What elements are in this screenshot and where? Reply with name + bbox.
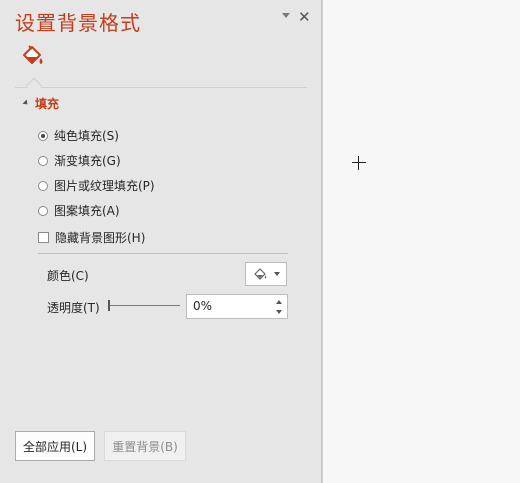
apply-to-all-button[interactable]: 全部应用(L): [15, 431, 95, 461]
spin-up-icon[interactable]: [276, 300, 282, 304]
tab-fill[interactable]: [20, 44, 46, 70]
chevron-down-icon: [273, 272, 280, 276]
color-picker-button[interactable]: [245, 262, 287, 286]
radio-button-selected-icon: [38, 130, 48, 141]
radio-gradient-fill-label: 渐变填充(G): [54, 154, 121, 168]
fill-section-label: 填充: [35, 97, 60, 111]
radio-button-icon: [38, 180, 48, 191]
crosshair-cursor-icon: [352, 156, 366, 170]
radio-pattern-fill-label: 图案填充(A): [54, 204, 120, 218]
radio-solid-fill[interactable]: 纯色填充(S): [38, 127, 119, 144]
radio-button-icon: [38, 155, 48, 166]
transparency-slider[interactable]: [108, 300, 180, 312]
spin-down-icon[interactable]: [276, 310, 282, 314]
close-icon[interactable]: ✕: [298, 8, 311, 26]
checkbox-hide-background-graphics[interactable]: 隐藏背景图形(H): [38, 229, 145, 246]
slide-canvas[interactable]: [322, 0, 520, 483]
slider-thumb[interactable]: [108, 300, 110, 311]
hide-background-graphics-label: 隐藏背景图形(H): [55, 231, 146, 245]
radio-picture-texture-fill[interactable]: 图片或纹理填充(P): [38, 177, 155, 194]
fill-section-header[interactable]: 填充: [22, 95, 60, 112]
tab-indicator: [25, 77, 43, 95]
radio-solid-fill-label: 纯色填充(S): [54, 129, 119, 143]
transparency-label: 透明度(T): [47, 301, 100, 315]
collapse-triangle-icon: [22, 98, 30, 107]
pane-title: 设置背景格式: [15, 11, 141, 35]
radio-gradient-fill[interactable]: 渐变填充(G): [38, 152, 121, 169]
reset-background-button[interactable]: 重置背景(B): [104, 431, 186, 461]
paint-bucket-icon: [253, 267, 266, 280]
checkbox-icon: [38, 232, 49, 243]
color-label: 颜色(C): [47, 269, 89, 283]
radio-pattern-fill[interactable]: 图案填充(A): [38, 202, 120, 219]
transparency-spinner[interactable]: [186, 294, 288, 319]
tab-divider: [15, 87, 307, 88]
paint-bucket-icon: [23, 45, 43, 64]
radio-picture-texture-fill-label: 图片或纹理填充(P): [54, 179, 155, 193]
format-background-pane: 设置背景格式 ✕ 填充 纯色填充(S) 渐变填充(G) 图片或纹理填充(P) 图…: [0, 0, 322, 483]
transparency-input[interactable]: [193, 298, 263, 314]
radio-button-icon: [38, 205, 48, 216]
chevron-down-icon[interactable]: [282, 13, 290, 18]
slider-track: [108, 305, 180, 306]
section-divider: [38, 253, 288, 254]
